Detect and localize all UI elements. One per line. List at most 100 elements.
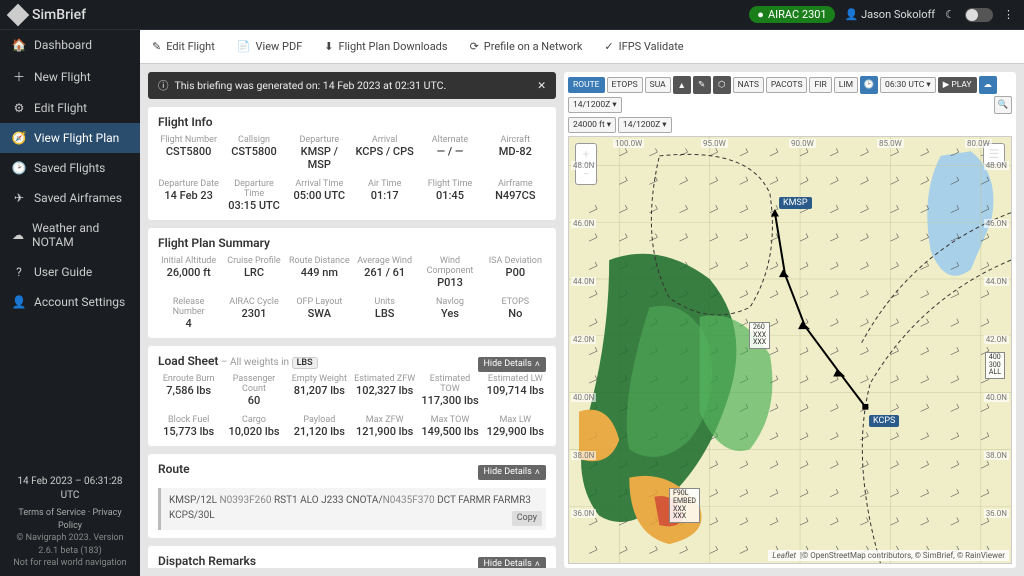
copy-button[interactable]: Copy: [512, 511, 542, 526]
map-layer-fir[interactable]: FIR: [809, 77, 831, 93]
sidebar-label: Saved Flights: [34, 161, 105, 175]
sidebar-item-new-flight[interactable]: ＋New Flight: [0, 60, 140, 93]
lat-label: 44.0N: [984, 277, 1009, 286]
search-icon[interactable]: 🔍: [994, 96, 1012, 114]
tab-edit-flight[interactable]: ✎Edit Flight: [152, 40, 215, 53]
card-title: Load Sheet – All weights in LBS: [158, 354, 318, 368]
sidebar-item-account-settings[interactable]: 👤Account Settings: [0, 287, 140, 317]
lat-label: 38.0N: [984, 451, 1009, 460]
info-cell: Estimated ZFW102,327 lbs: [354, 374, 415, 407]
info-cell: ArrivalKCPS / CPS: [354, 135, 415, 171]
map-panel: ROUTEETOPSSUA▲✎⬡NATSPACOTSFIRLIM🕑06:30 U…: [564, 72, 1016, 568]
lon-label: 90.0W: [789, 139, 816, 148]
map-layer-sua[interactable]: SUA: [645, 77, 671, 93]
hide-details-button[interactable]: Hide Details ˄: [478, 465, 547, 480]
theme-toggle[interactable]: [965, 8, 993, 22]
info-cell: Departure Date14 Feb 23: [158, 179, 219, 212]
sidebar-label: Edit Flight: [34, 101, 87, 115]
brand: SimBrief: [10, 7, 86, 23]
hide-details-button[interactable]: Hide Details ˄: [478, 357, 547, 372]
waypoint-departure[interactable]: KMSP: [779, 197, 812, 209]
sigmet-box[interactable]: F90LEMBEDXXXXXX: [669, 488, 700, 523]
sidebar-icon: 🕑: [12, 161, 26, 175]
info-cell: Arrival Time05:00 UTC: [289, 179, 350, 212]
sigmet-box[interactable]: 260XXXXXX: [749, 322, 770, 349]
generation-banner: ⓘ This briefing was generated on: 14 Feb…: [148, 72, 556, 99]
sigmet-box[interactable]: 400300ALL: [985, 352, 1005, 379]
info-cell: Max ZFW121,900 lbs: [354, 415, 415, 438]
remarks-card: Dispatch Remarks Hide Details ˄ LOAD DIS…: [148, 546, 556, 568]
lat-label: 48.0N: [571, 161, 596, 170]
lon-label: 80.0W: [965, 139, 992, 148]
kebab-menu-icon[interactable]: ⋮: [1003, 8, 1014, 21]
footer-time: 14 Feb 2023 – 06:31:28 UTC: [8, 475, 132, 503]
info-cell: Route Distance449 nm: [289, 256, 350, 289]
user-menu[interactable]: 👤 Jason Sokoloff: [845, 8, 936, 21]
airac-badge[interactable]: ● AIRAC 2301: [749, 6, 834, 23]
info-icon: ⓘ: [158, 78, 169, 93]
chevron-up-icon: ˄: [535, 559, 540, 569]
play-button[interactable]: ▶ PLAY: [938, 77, 977, 93]
info-cell: Initial Altitude26,000 ft: [158, 256, 219, 289]
map-canvas[interactable]: + − ☰ KMSP KCPS 260XXXXXX 400300ALL F90L…: [568, 136, 1012, 564]
close-icon[interactable]: ✕: [537, 79, 546, 92]
info-cell: Wind ComponentP013: [419, 256, 480, 289]
map-attribution: Leaflet|© OpenStreetMap contributors, © …: [768, 550, 1009, 561]
map-tool-icon[interactable]: ✎: [693, 76, 711, 94]
info-cell: Departure Time03:15 UTC: [223, 179, 284, 212]
map-layer-nats[interactable]: NATS: [733, 77, 764, 93]
tabbar: ✎Edit Flight 📄View PDF ⬇Flight Plan Downlo…: [140, 30, 1024, 64]
sidebar-item-saved-airframes[interactable]: ✈Saved Airframes: [0, 183, 140, 213]
info-cell: Cargo10,020 lbs: [223, 415, 284, 438]
tab-icon: ⬇: [324, 40, 333, 53]
clock-icon[interactable]: 🕑: [860, 76, 878, 94]
lat-label: 40.0N: [571, 393, 596, 402]
sidebar-label: Saved Airframes: [34, 191, 122, 205]
tab-icon: ⟳: [470, 40, 479, 53]
tab-prefile-on-a-network[interactable]: ⟳Prefile on a Network: [470, 40, 583, 53]
weather-icon[interactable]: ☁: [979, 76, 997, 94]
tab-icon: ✓: [604, 40, 613, 53]
time-select[interactable]: 06:30 UTC ▾: [880, 77, 936, 93]
sidebar-label: Weather and NOTAM: [32, 221, 128, 249]
tab-flight-plan-downloads[interactable]: ⬇Flight Plan Downloads: [324, 40, 447, 53]
hide-details-button[interactable]: Hide Details ˄: [478, 557, 547, 569]
info-cell: Average Wind261 / 61: [354, 256, 415, 289]
map-tool-icon[interactable]: ▲: [673, 76, 691, 94]
map-toolbar: ROUTEETOPSSUA▲✎⬡NATSPACOTSFIRLIM🕑06:30 U…: [568, 76, 1012, 114]
info-cell: Payload21,120 lbs: [289, 415, 350, 438]
sidebar-label: View Flight Plan: [34, 131, 119, 145]
sidebar-item-edit-flight[interactable]: ⚙Edit Flight: [0, 93, 140, 123]
card-title: Route: [158, 462, 190, 476]
sidebar-item-user-guide[interactable]: ?User Guide: [0, 257, 140, 287]
sidebar-item-dashboard[interactable]: 🏠Dashboard: [0, 30, 140, 60]
info-cell: Release Number4: [158, 297, 219, 330]
lat-label: 42.0N: [984, 335, 1009, 344]
flight-info-card: Flight Info Flight NumberCST5800Callsign…: [148, 107, 556, 220]
map-layer-route[interactable]: ROUTE: [568, 77, 605, 93]
lon-label: 85.0W: [877, 139, 904, 148]
map-layer-lim[interactable]: LIM: [834, 77, 858, 93]
info-cell: AircraftMD-82: [485, 135, 546, 171]
altitude-select[interactable]: 24000 ft ▾: [568, 117, 616, 133]
info-cell: Flight Time01:45: [419, 179, 480, 212]
wx-time-select[interactable]: 14/1200Z ▾: [568, 97, 622, 113]
info-cell: ISA DeviationP00: [485, 256, 546, 289]
info-cell: Empty Weight81,207 lbs: [289, 374, 350, 407]
tab-icon: 📄: [237, 40, 251, 53]
footer-links[interactable]: Terms of Service · Privacy Policy: [18, 508, 121, 531]
info-cell: Block Fuel15,773 lbs: [158, 415, 219, 438]
sidebar-icon: 🏠: [12, 38, 26, 52]
sidebar-item-view-flight-plan[interactable]: 🧭View Flight Plan: [0, 123, 140, 153]
card-title: Dispatch Remarks: [158, 554, 256, 568]
tab-ifps-validate[interactable]: ✓IFPS Validate: [604, 40, 683, 53]
sidebar-footer: 14 Feb 2023 – 06:31:28 UTC Terms of Serv…: [0, 469, 140, 576]
map-layer-pacots[interactable]: PACOTS: [766, 77, 808, 93]
sidebar-item-weather-and-notam[interactable]: ☁Weather and NOTAM: [0, 213, 140, 257]
sidebar-item-saved-flights[interactable]: 🕑 Saved Flights: [0, 153, 140, 183]
tab-view-pdf[interactable]: 📄View PDF: [237, 40, 302, 53]
waypoint-arrival[interactable]: KCPS: [869, 415, 899, 427]
altitude-time-select[interactable]: 14/1200Z ▾: [618, 117, 672, 133]
map-layer-etops[interactable]: ETOPS: [607, 77, 643, 93]
map-tool-icon[interactable]: ⬡: [713, 76, 731, 94]
